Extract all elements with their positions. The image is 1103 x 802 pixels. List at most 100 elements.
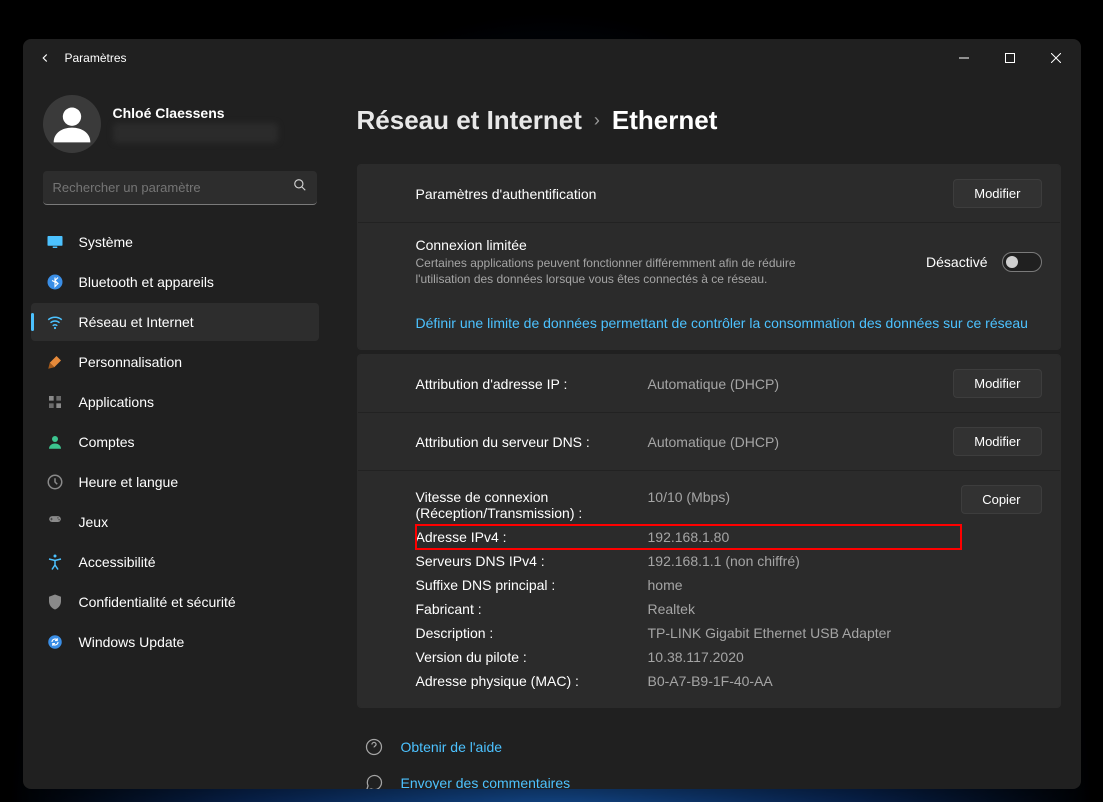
sidebar-item-label: Réseau et Internet: [79, 314, 194, 330]
sidebar-item-label: Windows Update: [79, 634, 185, 650]
chevron-right-icon: ›: [594, 110, 600, 131]
sidebar-item-applications[interactable]: Applications: [31, 383, 319, 421]
info-val: 10/10 (Mbps): [648, 489, 730, 521]
user-email-blurred: [113, 123, 278, 143]
breadcrumb-current: Ethernet: [612, 105, 717, 136]
network-info-block: Vitesse de connexion (Réception/Transmis…: [358, 470, 1060, 707]
bluetooth-icon: [45, 272, 65, 292]
auth-settings-label: Paramètres d'authentification: [416, 186, 954, 202]
maximize-button[interactable]: [987, 39, 1033, 77]
info-row: Fabricant :Realtek: [416, 597, 962, 621]
feedback-icon: [363, 772, 385, 789]
dns-assignment-label: Attribution du serveur DNS :: [416, 434, 648, 450]
footer-links: Obtenir de l'aide Envoyer des commentair…: [357, 736, 1061, 789]
search-box[interactable]: [43, 171, 317, 205]
ip-assignment-row: Attribution d'adresse IP : Automatique (…: [358, 355, 1060, 412]
data-limit-link[interactable]: Définir une limite de données permettant…: [416, 315, 1028, 331]
get-help-label: Obtenir de l'aide: [401, 739, 503, 755]
metered-title: Connexion limitée: [416, 237, 927, 253]
info-val: home: [648, 577, 683, 593]
sidebar-item-label: Bluetooth et appareils: [79, 274, 214, 290]
shield-icon: [45, 592, 65, 612]
sidebar-item-label: Applications: [79, 394, 155, 410]
info-key: Fabricant :: [416, 601, 648, 617]
person-icon: [45, 432, 65, 452]
nav-list: Système Bluetooth et appareils Réseau et I…: [23, 223, 327, 661]
wifi-icon: [45, 312, 65, 332]
help-icon: [363, 736, 385, 758]
sidebar-item-syst-me[interactable]: Système: [31, 223, 319, 261]
info-key: Vitesse de connexion (Réception/Transmis…: [416, 489, 648, 521]
back-button[interactable]: [25, 39, 65, 77]
sidebar-item-windows-update[interactable]: Windows Update: [31, 623, 319, 661]
info-key: Description :: [416, 625, 648, 641]
search-icon: [293, 178, 307, 197]
dns-assignment-row: Attribution du serveur DNS : Automatique…: [358, 412, 1060, 470]
user-name: Chloé Claessens: [113, 105, 278, 121]
ip-assignment-label: Attribution d'adresse IP :: [416, 376, 648, 392]
auth-modify-button[interactable]: Modifier: [953, 179, 1041, 208]
info-val: 10.38.117.2020: [648, 649, 744, 665]
sidebar-item-personnalisation[interactable]: Personnalisation: [31, 343, 319, 381]
titlebar: Paramètres: [23, 39, 1081, 77]
sidebar-item-confidentialit-et-s-curit-[interactable]: Confidentialité et sécurité: [31, 583, 319, 621]
sidebar-item-jeux[interactable]: Jeux: [31, 503, 319, 541]
get-help-link[interactable]: Obtenir de l'aide: [357, 736, 1061, 758]
info-key: Adresse IPv4 :: [416, 529, 648, 545]
brush-icon: [45, 352, 65, 372]
auth-settings-row: Paramètres d'authentification Modifier: [358, 165, 1060, 222]
info-row: Suffixe DNS principal :home: [416, 573, 962, 597]
info-row: Version du pilote :10.38.117.2020: [416, 645, 962, 669]
user-block[interactable]: Chloé Claessens: [23, 95, 327, 171]
sidebar-item-label: Personnalisation: [79, 354, 183, 370]
send-feedback-link[interactable]: Envoyer des commentaires: [357, 772, 1061, 789]
copy-button[interactable]: Copier: [961, 485, 1041, 514]
info-key: Suffixe DNS principal :: [416, 577, 648, 593]
info-key: Serveurs DNS IPv4 :: [416, 553, 648, 569]
apps-icon: [45, 392, 65, 412]
content: Réseau et Internet › Ethernet Paramètres…: [333, 77, 1081, 789]
info-val: Realtek: [648, 601, 695, 617]
sidebar: Chloé Claessens Système Bluetooth et appa…: [23, 77, 333, 789]
info-row: Description :TP-LINK Gigabit Ethernet US…: [416, 621, 962, 645]
info-val: B0-A7-B9-1F-40-AA: [648, 673, 773, 689]
close-button[interactable]: [1033, 39, 1079, 77]
data-limit-link-row: Définir une limite de données permettant…: [358, 301, 1060, 349]
sidebar-item-bluetooth-et-appareils[interactable]: Bluetooth et appareils: [31, 263, 319, 301]
clock-icon: [45, 472, 65, 492]
dns-modify-button[interactable]: Modifier: [953, 427, 1041, 456]
metered-connection-row: Connexion limitée Certaines applications…: [358, 222, 1060, 301]
sidebar-item-label: Jeux: [79, 514, 109, 530]
breadcrumb-parent[interactable]: Réseau et Internet: [357, 105, 582, 136]
sidebar-item-label: Confidentialité et sécurité: [79, 594, 236, 610]
gamepad-icon: [45, 512, 65, 532]
info-val: 192.168.1.80: [648, 529, 730, 545]
metered-desc: Certaines applications peuvent fonctionn…: [416, 255, 836, 287]
dns-assignment-value: Automatique (DHCP): [648, 434, 780, 450]
sidebar-item-accessibilit-[interactable]: Accessibilité: [31, 543, 319, 581]
info-row: Serveurs DNS IPv4 :192.168.1.1 (non chif…: [416, 549, 962, 573]
settings-window: Paramètres Chloé Claessens: [23, 39, 1081, 789]
ip-modify-button[interactable]: Modifier: [953, 369, 1041, 398]
info-key: Version du pilote :: [416, 649, 648, 665]
sidebar-item-label: Comptes: [79, 434, 135, 450]
window-title: Paramètres: [65, 51, 127, 65]
metered-toggle[interactable]: [1002, 252, 1042, 272]
ip-assignment-value: Automatique (DHCP): [648, 376, 780, 392]
info-row: Vitesse de connexion (Réception/Transmis…: [416, 485, 962, 525]
accessibility-icon: [45, 552, 65, 572]
send-feedback-label: Envoyer des commentaires: [401, 775, 571, 789]
info-row: Adresse IPv4 :192.168.1.80: [416, 525, 962, 549]
minimize-button[interactable]: [941, 39, 987, 77]
sidebar-item-label: Heure et langue: [79, 474, 179, 490]
sidebar-item-r-seau-et-internet[interactable]: Réseau et Internet: [31, 303, 319, 341]
sidebar-item-label: Système: [79, 234, 133, 250]
sidebar-item-label: Accessibilité: [79, 554, 156, 570]
sidebar-item-comptes[interactable]: Comptes: [31, 423, 319, 461]
sidebar-item-heure-et-langue[interactable]: Heure et langue: [31, 463, 319, 501]
metered-toggle-label: Désactivé: [926, 254, 987, 270]
search-input[interactable]: [53, 180, 293, 195]
monitor-icon: [45, 232, 65, 252]
update-icon: [45, 632, 65, 652]
info-val: TP-LINK Gigabit Ethernet USB Adapter: [648, 625, 892, 641]
